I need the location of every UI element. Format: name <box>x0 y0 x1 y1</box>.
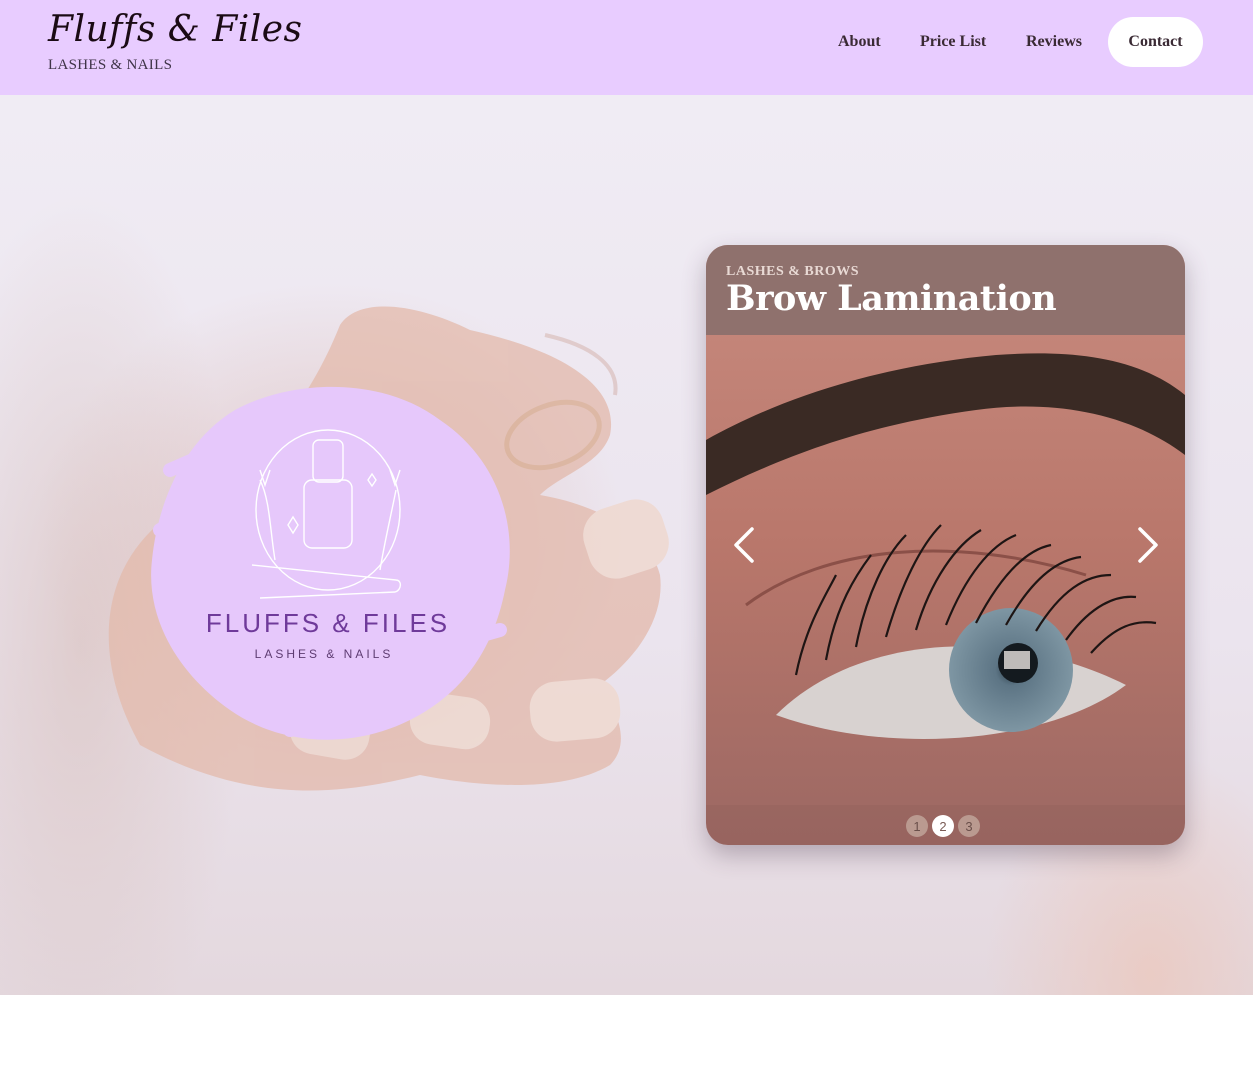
logo-tagline: LASHES & NAILS <box>255 647 394 661</box>
nav-price-list[interactable]: Price List <box>920 33 986 51</box>
service-carousel[interactable]: LASHES & BROWS Brow Lamination 1 2 3 <box>706 245 1185 845</box>
slide-caption-bar: LASHES & BROWS Brow Lamination <box>706 245 1185 335</box>
brand-title[interactable]: Fluffs & Files <box>48 12 303 48</box>
carousel-dot-1[interactable]: 1 <box>906 815 928 837</box>
slide-title: Brow Lamination <box>726 278 1057 319</box>
logo-badge: FLUFFS & FILES LASHES & NAILS <box>151 386 510 740</box>
carousel-dot-2[interactable]: 2 <box>932 815 954 837</box>
brand-subtitle: LASHES & NAILS <box>48 57 173 73</box>
hero-section: FLUFFS & FILES LASHES & NAILS LASHES & B… <box>0 95 1253 995</box>
logo-name: FLUFFS & FILES <box>206 608 450 638</box>
carousel-dot-3[interactable]: 3 <box>958 815 980 837</box>
nav-contact-button[interactable]: Contact <box>1108 17 1203 67</box>
carousel-pagination: 1 2 3 <box>906 815 980 837</box>
chevron-left-icon[interactable] <box>726 525 766 565</box>
slide-photo-eye <box>706 245 1185 845</box>
nav-reviews[interactable]: Reviews <box>1026 33 1082 51</box>
chevron-right-icon[interactable] <box>1126 525 1166 565</box>
nav-about[interactable]: About <box>838 33 881 51</box>
site-header: Fluffs & Files LASHES & NAILS About Pric… <box>0 0 1253 95</box>
